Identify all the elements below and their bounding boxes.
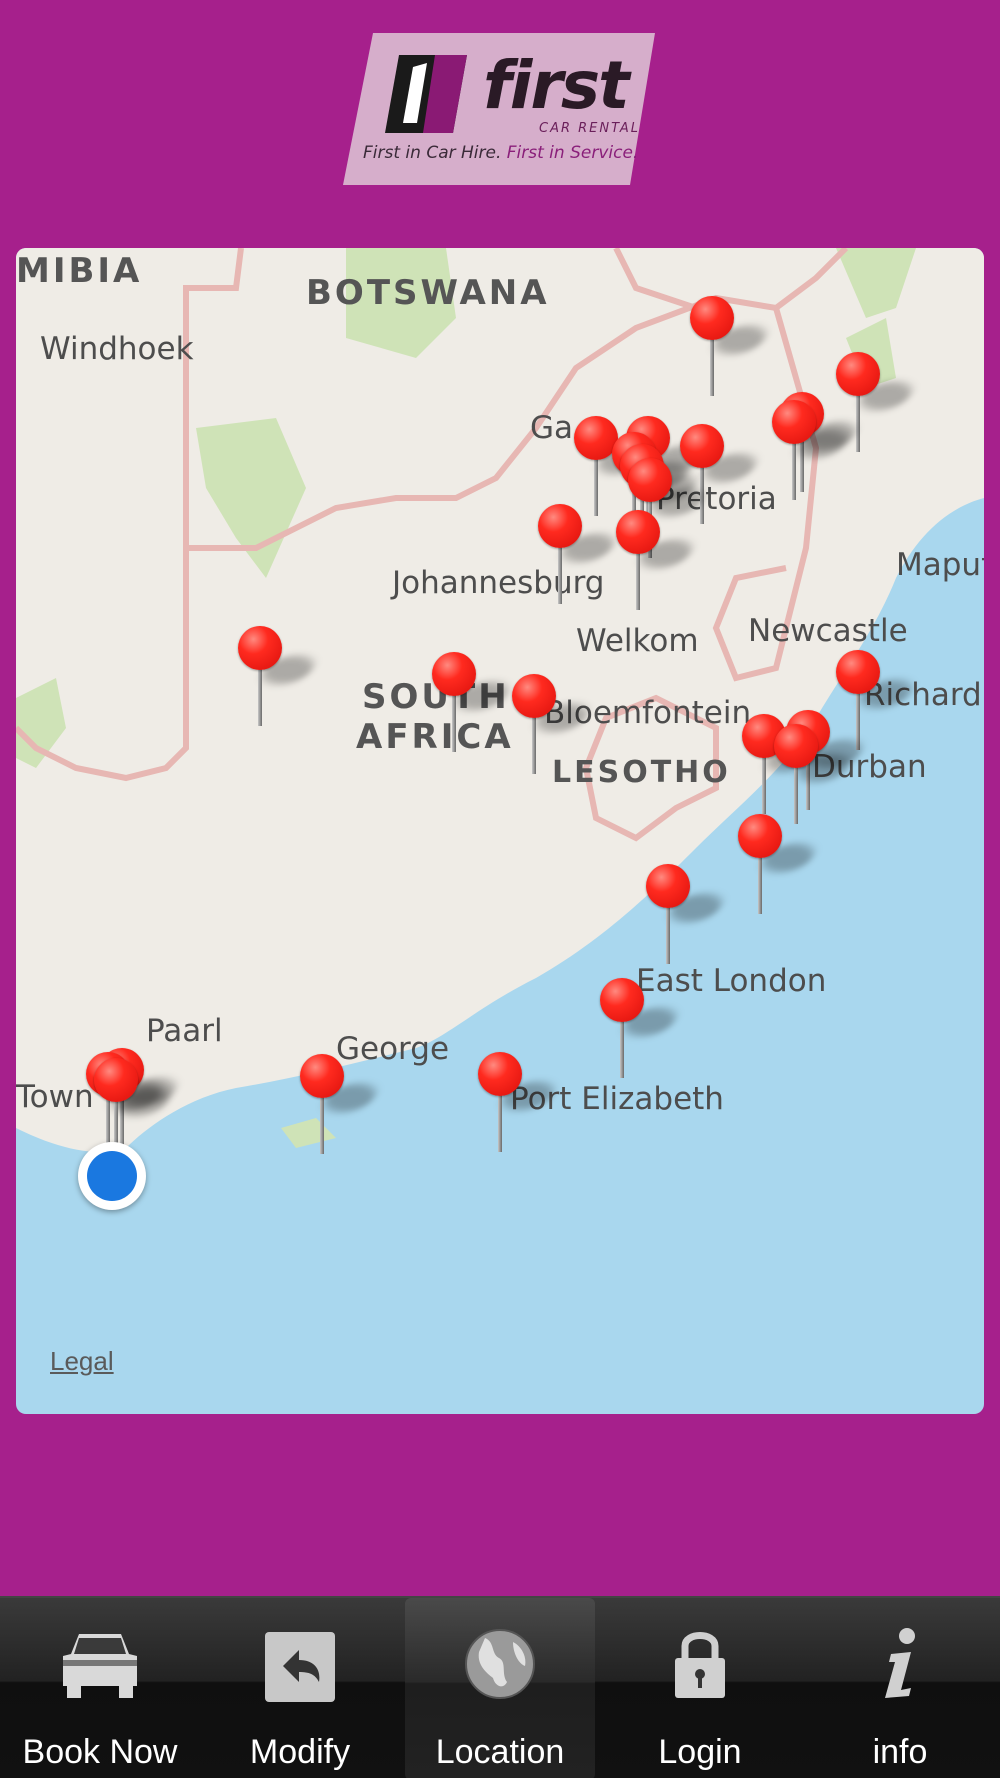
tab-info[interactable]: info bbox=[805, 1598, 995, 1778]
map-pin[interactable] bbox=[690, 296, 773, 396]
city-label: Welkom bbox=[576, 623, 699, 659]
tab-location[interactable]: Location bbox=[405, 1598, 595, 1778]
tab-login[interactable]: Login bbox=[605, 1598, 795, 1778]
city-label: East London bbox=[636, 963, 827, 999]
map-view[interactable]: MIBIA BOTSWANA SOUTH AFRICA LESOTHO Wind… bbox=[16, 248, 984, 1414]
city-label: Windhoek bbox=[40, 331, 194, 367]
user-location-dot bbox=[78, 1142, 146, 1210]
car-icon bbox=[55, 1624, 145, 1714]
map-pin[interactable] bbox=[238, 626, 321, 726]
country-label: BOTSWANA bbox=[306, 273, 550, 313]
city-label: Newcastle bbox=[748, 613, 908, 649]
logo-wordmark: first bbox=[483, 47, 630, 124]
map-pin[interactable] bbox=[836, 650, 919, 750]
tab-label: Book Now bbox=[22, 1733, 178, 1771]
globe-icon bbox=[455, 1624, 545, 1714]
map-pin[interactable] bbox=[538, 504, 621, 604]
padlock-icon bbox=[655, 1624, 745, 1714]
logo-tagline: First in Car Hire. First in Service. bbox=[363, 143, 653, 163]
info-icon bbox=[855, 1624, 945, 1714]
country-label: MIBIA bbox=[16, 251, 143, 291]
map-pin[interactable] bbox=[478, 1052, 561, 1152]
country-label: LESOTHO bbox=[552, 755, 731, 790]
map-pin[interactable] bbox=[772, 400, 855, 500]
map-pin[interactable] bbox=[774, 724, 857, 824]
tab-book-now[interactable]: Book Now bbox=[5, 1598, 195, 1778]
tab-label: Login bbox=[658, 1733, 742, 1771]
map-pin[interactable] bbox=[646, 864, 729, 964]
tagline-part1: First in Car Hire. bbox=[363, 143, 502, 163]
tab-bar: Book Now Modify Location Login info bbox=[0, 1596, 1000, 1778]
city-label: Ga bbox=[530, 410, 574, 446]
logo-subtitle: CAR RENTAL bbox=[539, 121, 640, 136]
tagline-part2: First in Service. bbox=[506, 143, 639, 163]
city-label: George bbox=[336, 1031, 450, 1067]
tab-label: info bbox=[872, 1733, 928, 1771]
tab-label: Modify bbox=[249, 1733, 351, 1771]
map-pin[interactable] bbox=[616, 510, 699, 610]
legal-link[interactable]: Legal bbox=[50, 1346, 114, 1377]
city-label: Town bbox=[16, 1079, 94, 1115]
map-pin[interactable] bbox=[300, 1054, 383, 1154]
reply-arrow-icon bbox=[255, 1624, 345, 1714]
map-pin[interactable] bbox=[738, 814, 821, 914]
city-label: Maput bbox=[896, 547, 984, 583]
city-label: Paarl bbox=[146, 1013, 223, 1049]
tab-modify[interactable]: Modify bbox=[205, 1598, 395, 1778]
brand-logo: first CAR RENTAL First in Car Hire. Firs… bbox=[343, 33, 655, 185]
map-pin[interactable] bbox=[600, 978, 683, 1078]
map-pin[interactable] bbox=[512, 674, 595, 774]
map-pin[interactable] bbox=[432, 652, 515, 752]
tab-label: Location bbox=[435, 1733, 565, 1771]
